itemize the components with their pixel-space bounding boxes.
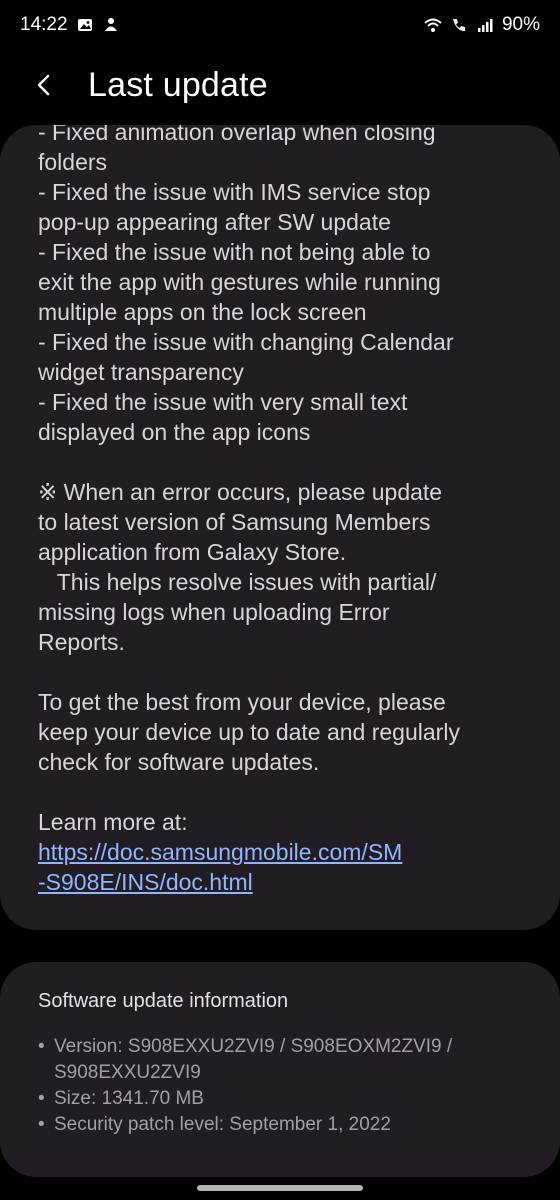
software-info-card: Software update information • Version: S…: [0, 962, 560, 1177]
wifi-calling-icon: [450, 16, 468, 34]
notes-line: folders: [38, 149, 108, 175]
status-left: 14:22: [20, 14, 120, 36]
release-notes-text: - Fixed animation overlap when closing f…: [38, 125, 520, 897]
status-right: 90%: [424, 14, 540, 36]
learn-more-label: Learn more at:: [38, 809, 188, 835]
signal-icon: [476, 16, 494, 34]
info-version-line1: Version: S908EXXU2ZVI9 / S908EOXM2ZVI9 /: [54, 1036, 453, 1057]
notes-line: multiple apps on the lock screen: [38, 299, 367, 325]
bullet: •: [38, 1088, 45, 1109]
gallery-icon: [76, 16, 94, 34]
notes-line: keep your device up to date and regularl…: [38, 719, 460, 745]
app-bar: Last update: [0, 50, 560, 120]
notes-line: application from Galaxy Store.: [38, 539, 347, 565]
bullet-spacer: [38, 1060, 54, 1086]
notes-line: - Fixed the issue with very small text: [38, 389, 408, 415]
notes-line: ※ When an error occurs, please update: [38, 479, 443, 505]
notes-paragraph-error: ※ When an error occurs, please update to…: [38, 477, 520, 657]
info-security-row: • Security patch level: September 1, 202…: [38, 1112, 520, 1138]
notes-line: - Fixed the issue with changing Calendar: [38, 329, 454, 355]
info-version-line2: S908EXXU2ZVI9: [54, 1062, 201, 1083]
notes-line: pop-up appearing after SW update: [38, 209, 391, 235]
notification-icon: [102, 16, 120, 34]
software-info-title: Software update information: [38, 990, 289, 1012]
notes-paragraph-fixes: - Fixed animation overlap when closing f…: [38, 125, 520, 447]
docs-link[interactable]: https://doc.samsungmobile.com/SM -S908E/…: [38, 837, 520, 897]
docs-link-line[interactable]: https://doc.samsungmobile.com/SM: [38, 837, 520, 867]
notes-line: missing logs when uploading Error: [38, 599, 390, 625]
bullet: •: [38, 1036, 45, 1057]
notes-line: - Fixed the issue with IMS service stop: [38, 179, 431, 205]
status-time: 14:22: [20, 14, 68, 35]
info-version-row: • Version: S908EXXU2ZVI9 / S908EOXM2ZVI9…: [38, 1034, 520, 1060]
notes-line: To get the best from your device, please: [38, 689, 446, 715]
info-size: Size: 1341.70 MB: [54, 1088, 204, 1109]
notes-line: - Fixed animation overlap when closing: [38, 125, 436, 145]
docs-link-line[interactable]: -S908E/INS/doc.html: [38, 867, 520, 897]
notes-line: - Fixed the issue with not being able to: [38, 239, 431, 265]
notes-paragraph-advice: To get the best from your device, please…: [38, 687, 520, 777]
notes-line: Reports.: [38, 629, 125, 655]
release-notes-card[interactable]: - Fixed animation overlap when closing f…: [0, 125, 560, 930]
info-version-row-cont: S908EXXU2ZVI9: [38, 1060, 520, 1086]
battery-percent: 90%: [501, 14, 540, 35]
notes-line: widget transparency: [38, 359, 244, 385]
chevron-left-icon: [37, 74, 50, 96]
notes-line: This helps resolve issues with partial/: [38, 569, 437, 595]
notes-line: to latest version of Samsung Members: [38, 509, 431, 535]
info-size-row: • Size: 1341.70 MB: [38, 1086, 520, 1112]
back-button[interactable]: [24, 65, 64, 105]
page-title: Last update: [88, 65, 268, 104]
notes-line: check for software updates.: [38, 749, 320, 775]
notes-line: exit the app with gestures while running: [38, 269, 441, 295]
info-security-patch: Security patch level: September 1, 2022: [54, 1114, 391, 1135]
software-info-list: • Version: S908EXXU2ZVI9 / S908EOXM2ZVI9…: [38, 1034, 520, 1138]
status-bar: 14:22 90%: [0, 0, 560, 50]
wifi-icon: [424, 16, 442, 34]
notes-line: displayed on the app icons: [38, 419, 311, 445]
gesture-nav-handle[interactable]: [197, 1185, 363, 1191]
bullet: •: [38, 1114, 45, 1135]
